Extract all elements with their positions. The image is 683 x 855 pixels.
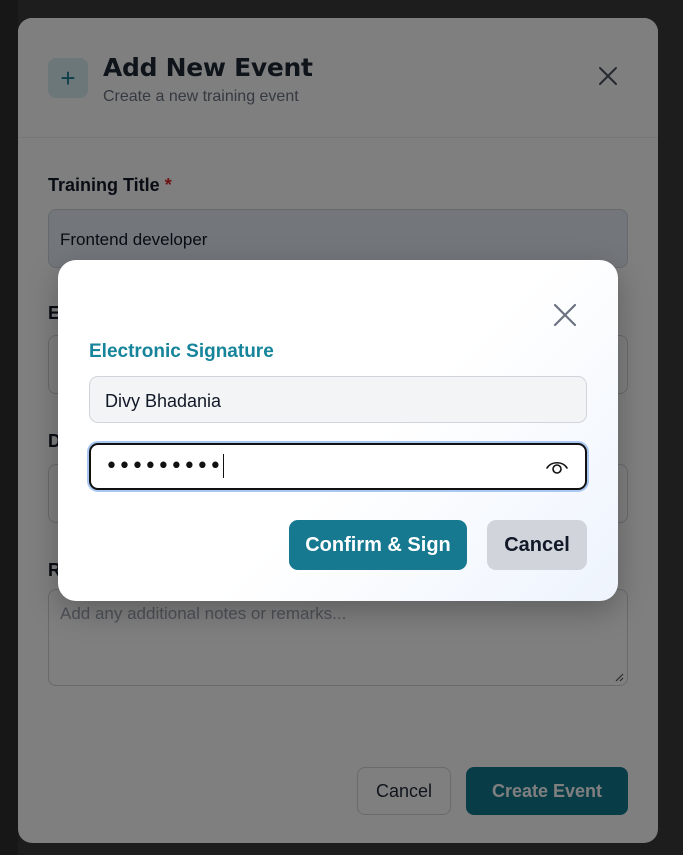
confirm-sign-button[interactable]: Confirm & Sign — [289, 520, 467, 570]
password-value: ••••••••• — [105, 454, 224, 479]
signer-name-value: Divy Bhadania — [105, 391, 222, 411]
signature-title: Electronic Signature — [89, 341, 274, 362]
signer-name-field: Divy Bhadania — [89, 376, 587, 423]
signature-dialog: Electronic Signature Divy Bhadania •••••… — [58, 260, 618, 601]
close-icon[interactable] — [552, 302, 578, 328]
text-caret — [222, 454, 224, 478]
password-field[interactable]: ••••••••• — [89, 443, 587, 490]
eye-icon[interactable] — [545, 458, 569, 476]
signature-cancel-button[interactable]: Cancel — [487, 520, 587, 570]
